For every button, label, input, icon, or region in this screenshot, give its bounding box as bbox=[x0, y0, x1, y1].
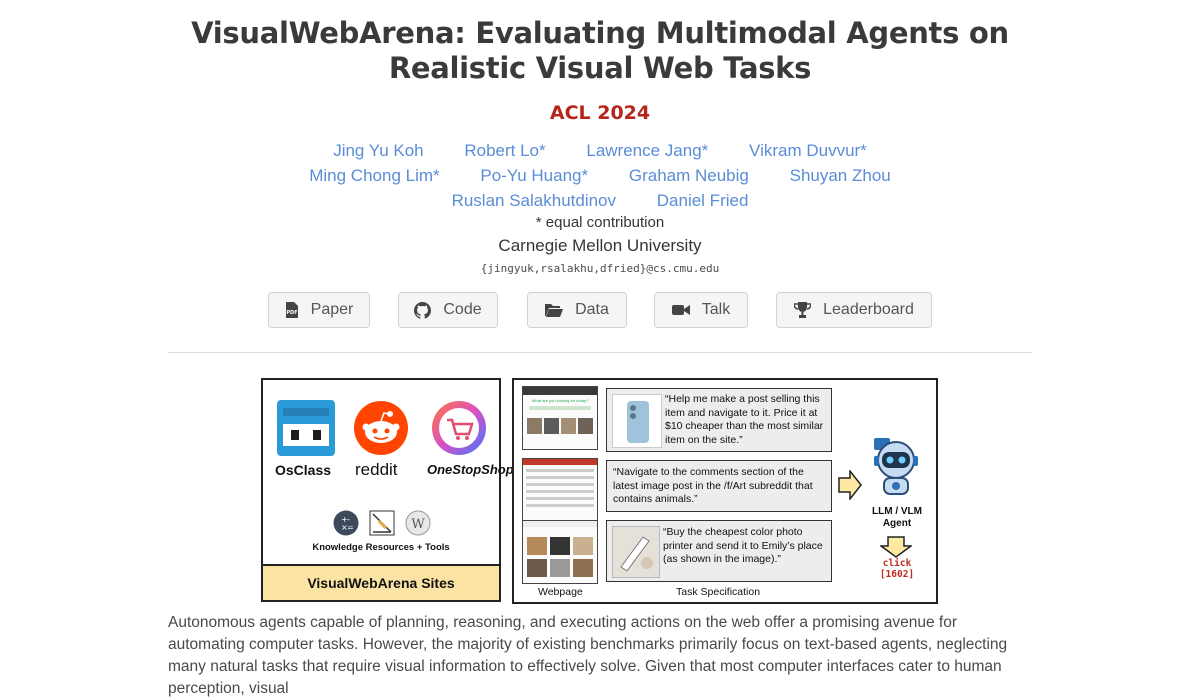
github-icon bbox=[414, 301, 432, 319]
leaderboard-button-label: Leaderboard bbox=[823, 301, 914, 318]
author-link[interactable]: Vikram Duvvur* bbox=[749, 138, 867, 163]
author-row: Ruslan Salakhutdinov Daniel Fried bbox=[0, 188, 1200, 213]
osclass-label: OsClass bbox=[275, 462, 332, 478]
page: VisualWebArena: Evaluating Multimodal Ag… bbox=[0, 0, 1200, 697]
paper-button[interactable]: PDF Paper bbox=[268, 292, 370, 328]
task-text: “Navigate to the comments section of the… bbox=[613, 466, 813, 505]
page-title: VisualWebArena: Evaluating Multimodal Ag… bbox=[191, 16, 1009, 85]
task-card: “Buy the cheapest color photo printer an… bbox=[606, 520, 832, 582]
reddit-logo-icon bbox=[353, 400, 409, 456]
osclass-logo-icon bbox=[277, 400, 335, 456]
author-link[interactable]: Robert Lo* bbox=[464, 138, 545, 163]
abstract-text: Autonomous agents capable of planning, r… bbox=[168, 614, 1008, 697]
reddit-label: reddit bbox=[355, 460, 398, 479]
thumbnail-heading: What are you looking for today? bbox=[531, 398, 589, 403]
arrow-down-icon bbox=[878, 536, 914, 558]
webpage-caption: Webpage bbox=[538, 586, 583, 598]
trophy-icon bbox=[794, 302, 812, 318]
webpage-thumbnail: What are you looking for today? bbox=[522, 386, 598, 450]
task-examples-panel: What are you looking for today? “Help me… bbox=[512, 378, 938, 604]
folder-open-icon bbox=[545, 303, 564, 317]
svg-text:PDF: PDF bbox=[286, 310, 297, 316]
leaderboard-button[interactable]: Leaderboard bbox=[776, 292, 932, 328]
knowledge-tools-label: Knowledge Resources + Tools bbox=[312, 542, 450, 553]
equal-contribution-note: * equal contribution bbox=[535, 214, 665, 231]
talk-button[interactable]: Talk bbox=[654, 292, 748, 328]
robot-agent-icon bbox=[868, 436, 924, 498]
task-card: “Navigate to the comments section of the… bbox=[606, 460, 832, 512]
sites-footer: VisualWebArena Sites bbox=[263, 564, 499, 600]
author-list: Jing Yu Koh Robert Lo* Lawrence Jang* Vi… bbox=[0, 138, 1200, 213]
agent-label: LLM / VLM Agent bbox=[860, 506, 934, 530]
venue: ACL 2024 bbox=[549, 102, 651, 124]
onestopshop-label: OneStopShop bbox=[427, 462, 514, 477]
arrow-right-icon bbox=[838, 468, 862, 502]
code-button-label: Code bbox=[443, 301, 482, 318]
author-row: Ming Chong Lim* Po-Yu Huang* Graham Neub… bbox=[0, 163, 1200, 188]
paper-button-label: Paper bbox=[310, 301, 354, 318]
phone-image bbox=[612, 394, 662, 448]
affiliation: Carnegie Mellon University bbox=[498, 236, 702, 255]
agent-action-line: [1602] bbox=[879, 569, 915, 580]
scratchpad-icon bbox=[369, 510, 395, 536]
calculator-icon: + - × = bbox=[333, 510, 359, 536]
agent-action: click [1602] bbox=[860, 558, 934, 580]
author-link[interactable]: Lawrence Jang* bbox=[586, 138, 708, 163]
video-camera-icon bbox=[671, 304, 690, 316]
drawing-image bbox=[612, 526, 660, 578]
data-button-label: Data bbox=[575, 301, 609, 318]
talk-button-label: Talk bbox=[701, 301, 731, 318]
task-card: “Help me make a post selling this item a… bbox=[606, 388, 832, 452]
webpage-thumbnail bbox=[522, 520, 598, 584]
agent-label-line: Agent bbox=[882, 518, 912, 529]
author-link[interactable]: Graham Neubig bbox=[629, 163, 749, 188]
agent-action-line: click bbox=[882, 558, 912, 569]
code-button[interactable]: Code bbox=[398, 292, 498, 328]
pdf-icon: PDF bbox=[285, 302, 299, 318]
task-spec-caption: Task Specification bbox=[676, 586, 761, 598]
wikipedia-icon: W bbox=[405, 510, 431, 536]
data-button[interactable]: Data bbox=[527, 292, 627, 328]
author-link[interactable]: Daniel Fried bbox=[657, 188, 749, 213]
author-link[interactable]: Shuyan Zhou bbox=[790, 163, 891, 188]
webpage-thumbnail bbox=[522, 458, 598, 522]
author-link[interactable]: Ming Chong Lim* bbox=[309, 163, 439, 188]
sites-panel: OsClass reddit OneStopShop + - × = W Kno… bbox=[261, 378, 514, 602]
contact-email: {jingyuk,rsalakhu,dfried}@cs.cmu.edu bbox=[480, 262, 720, 275]
task-text: “Help me make a post selling this item a… bbox=[665, 393, 824, 446]
author-row: Jing Yu Koh Robert Lo* Lawrence Jang* Vi… bbox=[0, 138, 1200, 163]
onestopshop-logo-icon bbox=[431, 400, 487, 456]
author-link[interactable]: Ruslan Salakhutdinov bbox=[452, 188, 616, 213]
agent-label-line: LLM / VLM bbox=[872, 506, 922, 517]
author-link[interactable]: Po-Yu Huang* bbox=[480, 163, 588, 188]
svg-text:W: W bbox=[411, 517, 425, 532]
task-text: “Buy the cheapest color photo printer an… bbox=[663, 526, 823, 565]
svg-text:=: = bbox=[347, 523, 354, 532]
author-link[interactable]: Jing Yu Koh bbox=[333, 138, 423, 163]
divider bbox=[168, 352, 1032, 353]
